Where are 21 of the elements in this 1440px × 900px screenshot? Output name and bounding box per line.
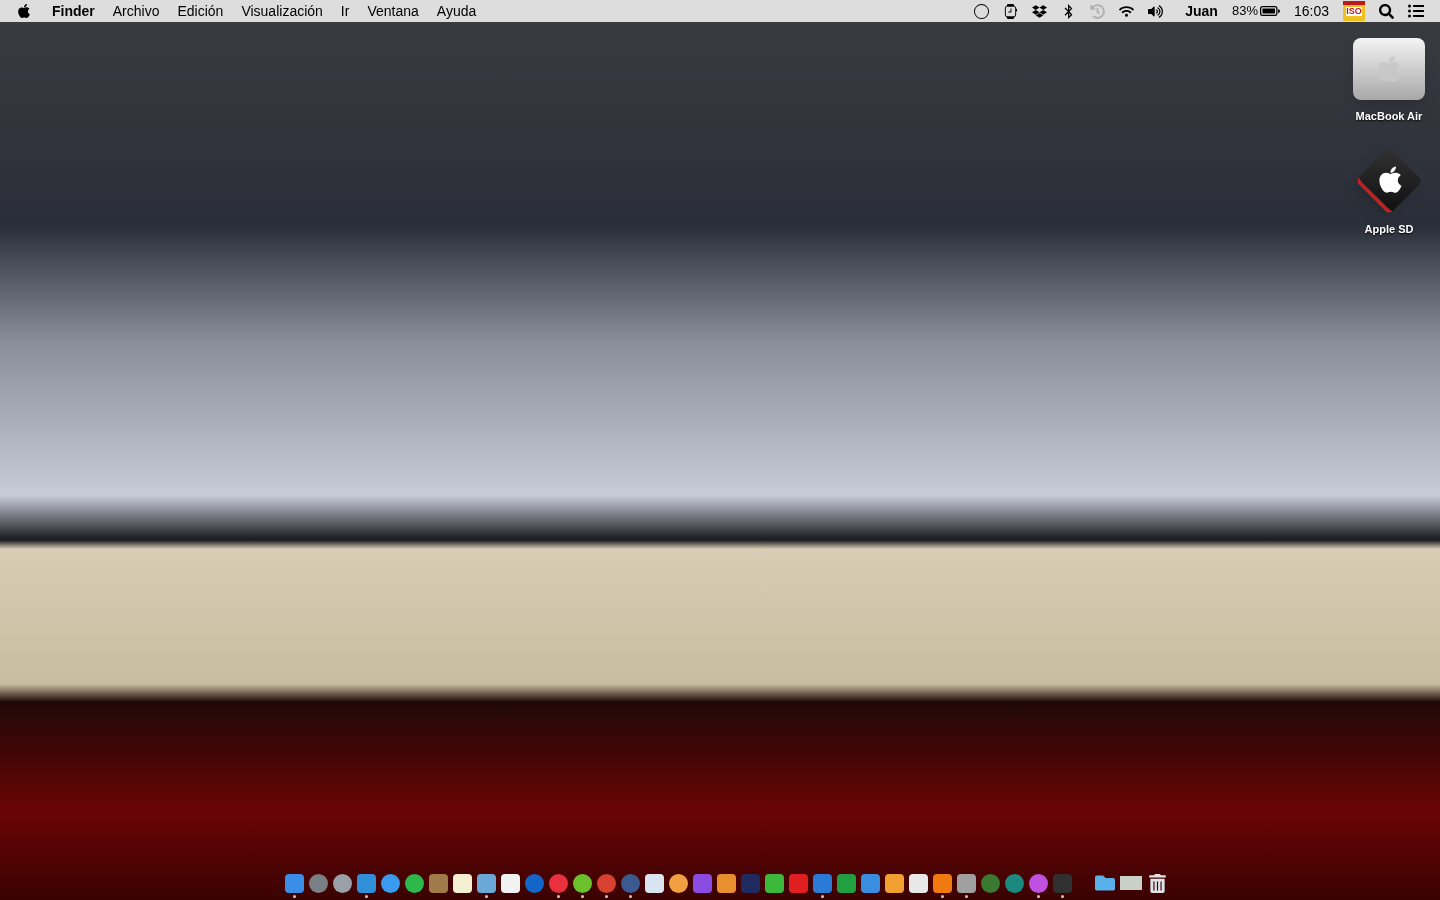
menu-item[interactable]: Ventana xyxy=(367,0,419,22)
dropbox-icon[interactable] xyxy=(1032,3,1048,19)
wifi-icon[interactable] xyxy=(1119,3,1135,19)
menu-item[interactable]: Visualización xyxy=(241,0,323,22)
clock[interactable]: 16:03 xyxy=(1293,0,1329,22)
volume-icon[interactable] xyxy=(1148,3,1164,19)
menu-item[interactable]: Archivo xyxy=(112,0,160,22)
desktop-icon-label[interactable]: Apple SD xyxy=(1364,220,1414,237)
app-menu[interactable]: Finder xyxy=(52,0,95,22)
search-icon[interactable] xyxy=(1379,3,1394,19)
user-name[interactable]: Juan xyxy=(1185,0,1218,22)
trash-icon[interactable] xyxy=(1147,874,1167,893)
desktop-icon-label[interactable]: MacBook Air xyxy=(1355,108,1423,125)
input-source-flag[interactable]: ISO xyxy=(1343,1,1365,21)
watch-icon[interactable] xyxy=(1003,3,1019,19)
menu-item[interactable]: Ir xyxy=(340,0,350,22)
notification-list-icon[interactable] xyxy=(1408,3,1424,19)
menu-item[interactable]: Edición xyxy=(177,0,224,22)
apple-menu-icon[interactable] xyxy=(16,3,32,19)
battery-percent: 83% xyxy=(1231,2,1258,21)
menu-item[interactable]: Ayuda xyxy=(436,0,477,22)
